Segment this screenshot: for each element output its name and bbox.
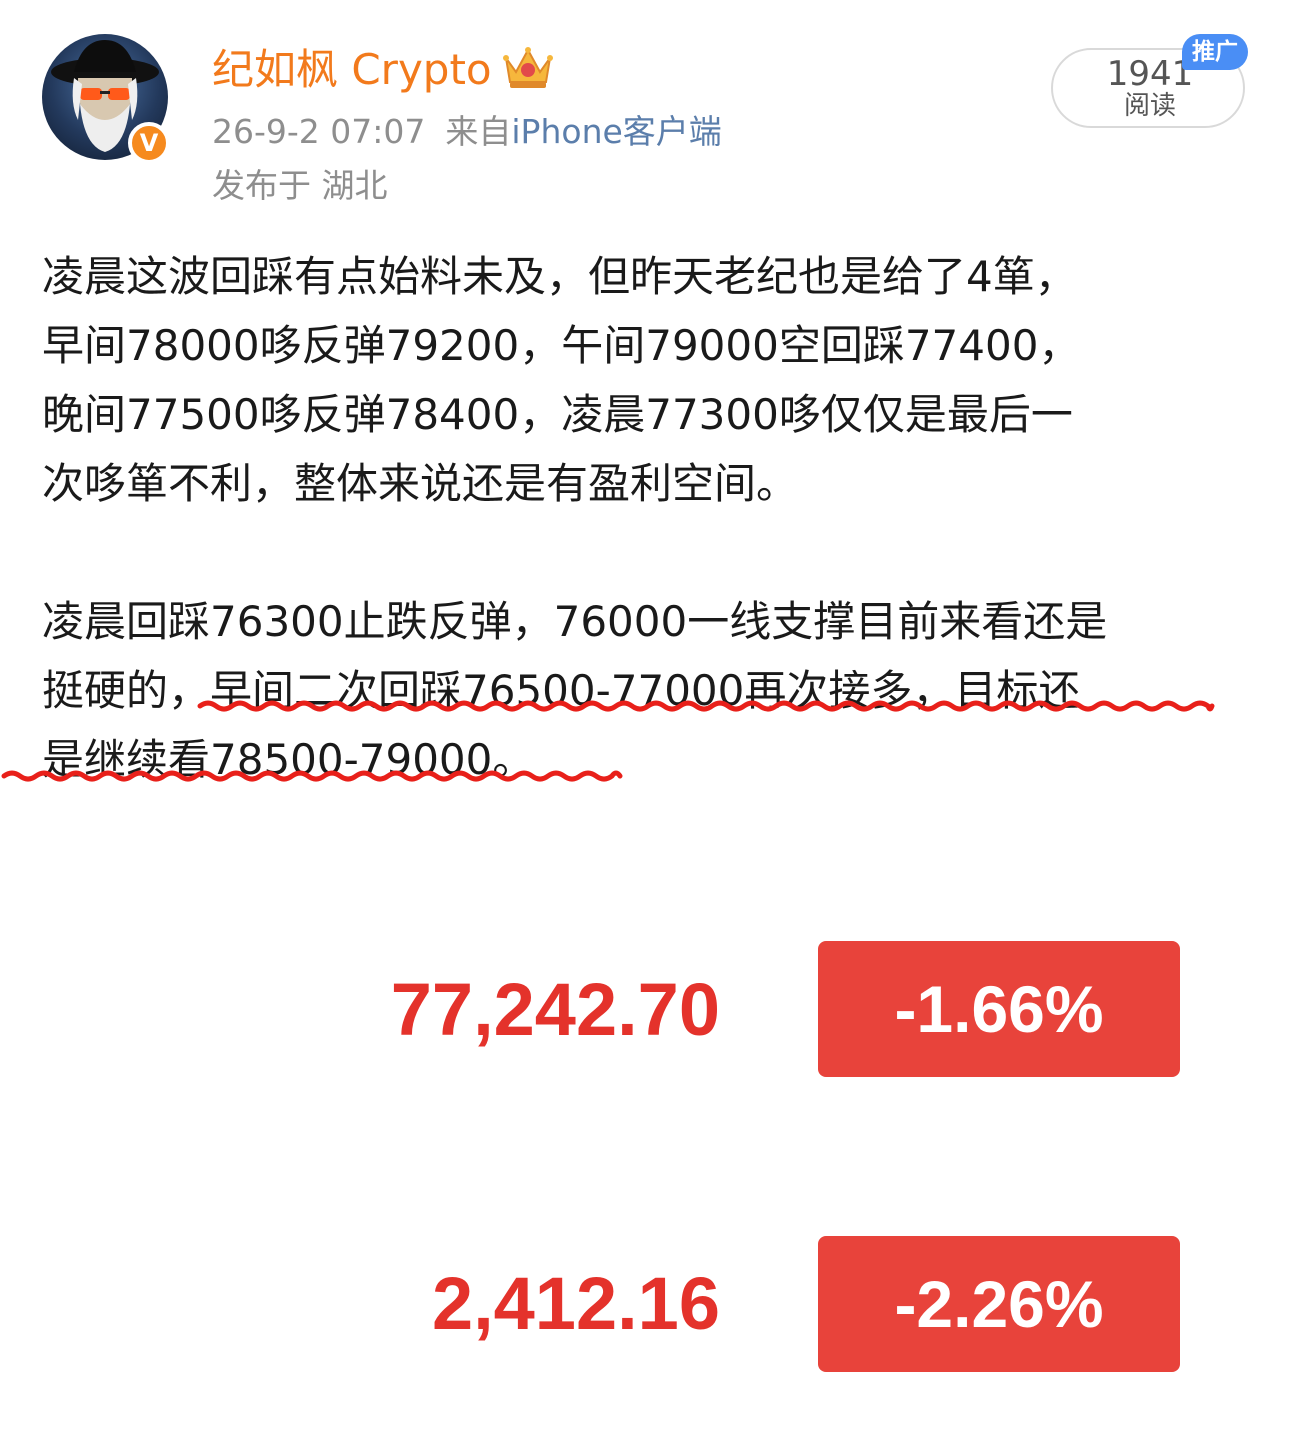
post-location: 发布于 湖北 — [212, 166, 388, 205]
post-line: 早间78000哆反弹79200，午间79000空回踩77400， — [42, 321, 1081, 370]
price-change-badge: -2.26% — [818, 1236, 1180, 1372]
post-meta: 26-9-2 07:07 来自iPhone客户端 — [212, 110, 722, 154]
crown-icon — [503, 47, 553, 88]
post-line: 晚间77500哆反弹78400，凌晨77300哆仅仅是最后一 — [42, 390, 1073, 439]
weibo-post: V 纪如枫 Crypto 26-9-2 07:07 来自iPhone客户端 发布于… — [0, 0, 1290, 1454]
post-timestamp: 26-9-2 07:07 — [212, 112, 426, 151]
verified-mark: V — [139, 129, 159, 157]
price-value: 2,412.16 — [431, 1262, 720, 1345]
read-label: 阅读 — [1123, 91, 1176, 121]
source-prefix: 来自 — [445, 112, 512, 151]
post-line: 凌晨这波回踩有点始料未及，但昨天老纪也是给了4箪， — [42, 252, 1077, 301]
price-value: 77,242.70 — [390, 968, 720, 1051]
post-line: 挺硬的，早间二次回踩76500-77000再次接多，目标还 — [42, 666, 1081, 715]
post-line: 凌晨回踩76300止跌反弹，76000一线支撑目前来看还是 — [42, 597, 1108, 646]
post-body: 凌晨这波回踩有点始料未及，但昨天老纪也是给了4箪， 早间78000哆反弹7920… — [42, 242, 1262, 794]
author-name[interactable]: 纪如枫 Crypto — [212, 42, 492, 98]
verified-v-icon: V — [128, 122, 170, 164]
post-line: 是继续看78500-79000。 — [42, 735, 535, 784]
price-change-badge: -1.66% — [818, 941, 1180, 1077]
source-link[interactable]: iPhone客户端 — [511, 112, 721, 151]
promo-tag: 推广 — [1182, 34, 1248, 70]
post-line: 次哆箪不利，整体来说还是有盈利空间。 — [42, 459, 799, 508]
